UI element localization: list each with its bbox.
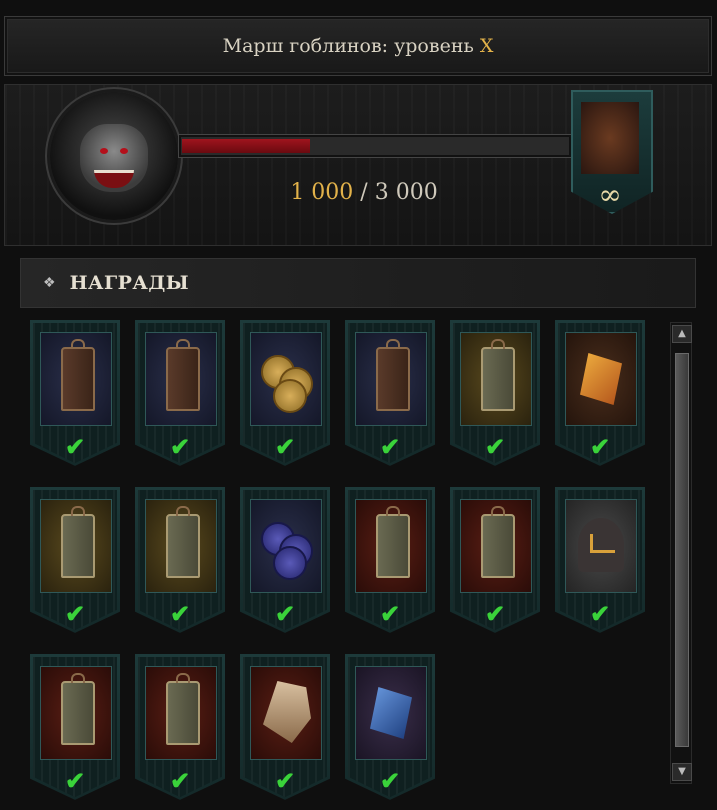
lantern-icon [145,666,217,760]
reward-card[interactable]: ✔ [555,320,645,466]
rewards-grid: ✔ ✔ ✔ ✔ ✔ ✔ ✔ ✔ ✔ ✔ ✔ ✔ ✔ ✔ ✔ ✔ [20,316,668,810]
check-icon: ✔ [379,599,401,628]
check-icon: ✔ [169,766,191,795]
check-icon: ✔ [274,432,296,461]
check-icon: ✔ [169,432,191,461]
reward-card[interactable]: ✔ [30,654,120,800]
reward-card[interactable]: ✔ [240,487,330,633]
check-icon: ✔ [589,599,611,628]
lantern-icon [581,102,639,174]
reward-card[interactable]: ✔ [450,487,540,633]
scroll-up-button[interactable]: ▲ [672,325,692,343]
reward-card[interactable]: ✔ [135,487,225,633]
reward-card[interactable]: ✔ [135,320,225,466]
lantern-icon [460,499,532,593]
lantern-icon [40,499,112,593]
lantern-icon [145,332,217,426]
check-icon: ✔ [64,432,86,461]
lantern-icon [40,332,112,426]
reward-card[interactable]: ✔ [345,320,435,466]
check-icon: ✔ [274,766,296,795]
lantern-icon [145,499,217,593]
progress-separator: / [353,180,375,205]
goblin-portrait-icon [50,92,178,220]
progress-total: 3 000 [374,180,438,205]
check-icon: ✔ [484,432,506,461]
reward-card[interactable]: ✔ [345,654,435,800]
lantern-icon [40,666,112,760]
check-icon: ✔ [274,599,296,628]
rewards-scrollbar[interactable]: ▲ ▼ [670,322,692,784]
beast-mask-icon [250,666,322,760]
amber-shard-icon [565,332,637,426]
rune-helmet-icon [565,499,637,593]
reward-card[interactable]: ✔ [450,320,540,466]
reward-card[interactable]: ✔ [240,320,330,466]
check-icon: ✔ [379,432,401,461]
badge-count: ∞ [598,178,622,211]
season-title: Марш гоблинов: уровень [222,35,474,57]
check-icon: ✔ [589,432,611,461]
rewards-heading: НАГРАДЫ [69,272,190,294]
progress-bar-fill [182,139,310,153]
diamond-icon: ❖ [43,275,56,291]
lantern-icon [355,499,427,593]
scroll-thumb[interactable] [675,353,689,747]
reward-card[interactable]: ✔ [555,487,645,633]
reward-card[interactable]: ✔ [240,654,330,800]
reward-card[interactable]: ✔ [345,487,435,633]
check-icon: ✔ [379,766,401,795]
gold-coins-icon [250,332,322,426]
season-level: X [479,35,494,57]
progress-bar [178,134,572,158]
reward-card[interactable]: ✔ [135,654,225,800]
rewards-header: ❖ НАГРАДЫ [20,258,696,308]
progress-current: 1 000 [290,180,354,205]
check-icon: ✔ [169,599,191,628]
season-title-bar: Марш гоблинов: уровень X [4,16,712,76]
scroll-down-button[interactable]: ▼ [672,763,692,781]
check-icon: ✔ [64,766,86,795]
check-icon: ✔ [484,599,506,628]
progress-text: 1 000 / 3 000 [178,180,550,205]
blue-shard-icon [355,666,427,760]
reward-card[interactable]: ✔ [30,320,120,466]
check-icon: ✔ [64,599,86,628]
blue-coins-icon [250,499,322,593]
lantern-icon [355,332,427,426]
reward-card[interactable]: ✔ [30,487,120,633]
lantern-icon [460,332,532,426]
